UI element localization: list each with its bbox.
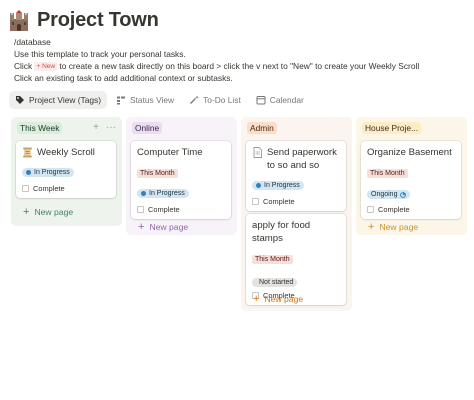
more-icon[interactable]: ···	[106, 123, 116, 133]
column-actions: + ···	[93, 123, 116, 133]
checkbox-icon[interactable]	[137, 206, 144, 213]
checkbox-icon[interactable]	[22, 185, 29, 192]
tab-to-do-list[interactable]: To-Do List	[183, 91, 247, 109]
new-page-button[interactable]: + New page	[23, 206, 74, 218]
checkbox-label: Complete	[148, 205, 180, 214]
tags-icon	[16, 96, 24, 104]
description-instructions: to create a new task directly on this bo…	[59, 61, 420, 71]
new-page-label: New page	[264, 294, 304, 304]
card-title: Send paperwork to so and so	[252, 146, 340, 172]
tab-calendar[interactable]: Calendar	[250, 91, 310, 109]
month-tag: This Month	[137, 169, 178, 178]
card-title: apply for food stamps	[252, 219, 340, 245]
status-badge: In Progress	[252, 181, 304, 190]
page-description: /database Use this template to track you…	[14, 36, 472, 84]
column-tag[interactable]: Admin	[247, 122, 277, 134]
tab-project-view[interactable]: Project View (Tags)	[9, 91, 107, 109]
board-card[interactable]: Weekly Scroll In Progress Complete	[16, 141, 116, 198]
new-page-label: New page	[379, 222, 419, 232]
view-tabs: Project View (Tags) Status View To-Do Li…	[9, 91, 310, 109]
new-chip: + New	[34, 62, 58, 71]
progress-ring-icon	[400, 191, 407, 198]
description-click-text: Click	[14, 61, 33, 71]
column-tag[interactable]: House Proje...	[362, 122, 422, 134]
tab-label: Status View	[130, 95, 175, 105]
status-text: In Progress	[264, 182, 300, 189]
board-card[interactable]: Organize Basement This Month Ongoing Com…	[361, 141, 461, 219]
board-column-admin: Admin Send paperwork to so and so In Pro…	[241, 117, 352, 311]
new-page-label: New page	[34, 207, 74, 217]
status-dot-icon	[26, 170, 31, 175]
plus-icon: +	[368, 221, 375, 233]
card-title: Weekly Scroll	[22, 146, 110, 159]
column-header: House Proje...	[356, 117, 467, 139]
tab-label: Calendar	[269, 95, 304, 105]
card-title: Organize Basement	[367, 146, 455, 159]
board-column-this-week: This Week + ··· Weekly Scroll In Progres…	[11, 117, 122, 226]
tab-label: Project View (Tags)	[29, 95, 101, 105]
month-tag: This Month	[367, 169, 408, 178]
complete-checkbox[interactable]: Complete	[367, 205, 455, 214]
tab-status-view[interactable]: Status View	[110, 91, 180, 109]
checkbox-label: Complete	[33, 184, 65, 193]
status-text: In Progress	[34, 169, 70, 176]
page-title: Project Town	[37, 9, 159, 31]
document-icon	[253, 147, 262, 158]
card-title-text: Send paperwork to so and so	[267, 147, 337, 171]
status-text: Not started	[259, 278, 294, 286]
month-tag: This Month	[252, 255, 293, 264]
castle-icon	[10, 9, 28, 31]
new-page-button[interactable]: + New page	[253, 293, 304, 305]
database-link[interactable]: /database	[14, 36, 472, 48]
status-text: In Progress	[149, 190, 185, 197]
scroll-icon	[23, 147, 32, 158]
magic-wand-icon	[190, 95, 199, 104]
board-card[interactable]: Computer Time This Month In Progress Com…	[131, 141, 231, 219]
card-title-text: apply for food stamps	[252, 220, 311, 244]
checkbox-icon[interactable]	[252, 198, 259, 205]
board-card[interactable]: Send paperwork to so and so In Progress …	[246, 141, 346, 211]
column-tag[interactable]: Online	[132, 122, 163, 134]
card-title-text: Computer Time	[137, 147, 203, 158]
status-text: Ongoing	[371, 191, 398, 198]
column-tag[interactable]: This Week	[17, 122, 63, 134]
new-page-button[interactable]: + New page	[138, 221, 189, 233]
new-page-button[interactable]: + New page	[368, 221, 419, 233]
checkbox-icon[interactable]	[367, 206, 374, 213]
calendar-icon	[256, 96, 266, 105]
complete-checkbox[interactable]: Complete	[252, 197, 340, 206]
status-dot-icon	[141, 191, 146, 196]
checkbox-label: Complete	[263, 197, 295, 206]
status-badge: Not started	[252, 277, 298, 287]
card-title-text: Weekly Scroll	[37, 147, 95, 158]
status-badge: Ongoing	[367, 190, 411, 199]
card-title-text: Organize Basement	[367, 147, 452, 158]
tab-label: To-Do List	[203, 95, 241, 105]
status-icon	[117, 96, 125, 105]
description-line-3: Click an existing task to add additional…	[14, 73, 233, 83]
plus-icon: +	[138, 221, 145, 233]
board-card[interactable]: apply for food stamps This Month Not sta…	[246, 214, 346, 305]
status-dot-icon	[256, 183, 261, 188]
board-column-online: Online Computer Time This Month In Progr…	[126, 117, 237, 235]
column-header: Online	[126, 117, 237, 139]
plus-icon: +	[253, 293, 260, 305]
description-line-1: Use this template to track your personal…	[14, 49, 186, 59]
add-icon[interactable]: +	[93, 123, 99, 133]
page-header: Project Town	[8, 9, 159, 32]
column-header: Admin	[241, 117, 352, 139]
column-header: This Week + ···	[11, 117, 122, 139]
description-line-2: Click + New to create a new task directl…	[14, 60, 472, 72]
new-page-label: New page	[149, 222, 189, 232]
plus-icon: +	[23, 206, 30, 218]
complete-checkbox[interactable]: Complete	[137, 205, 225, 214]
complete-checkbox[interactable]: Complete	[22, 184, 110, 193]
status-badge: In Progress	[137, 189, 189, 198]
checkbox-label: Complete	[378, 205, 410, 214]
board-column-house-projects: House Proje... Organize Basement This Mo…	[356, 117, 467, 235]
card-title: Computer Time	[137, 146, 225, 159]
status-badge: In Progress	[22, 168, 74, 177]
